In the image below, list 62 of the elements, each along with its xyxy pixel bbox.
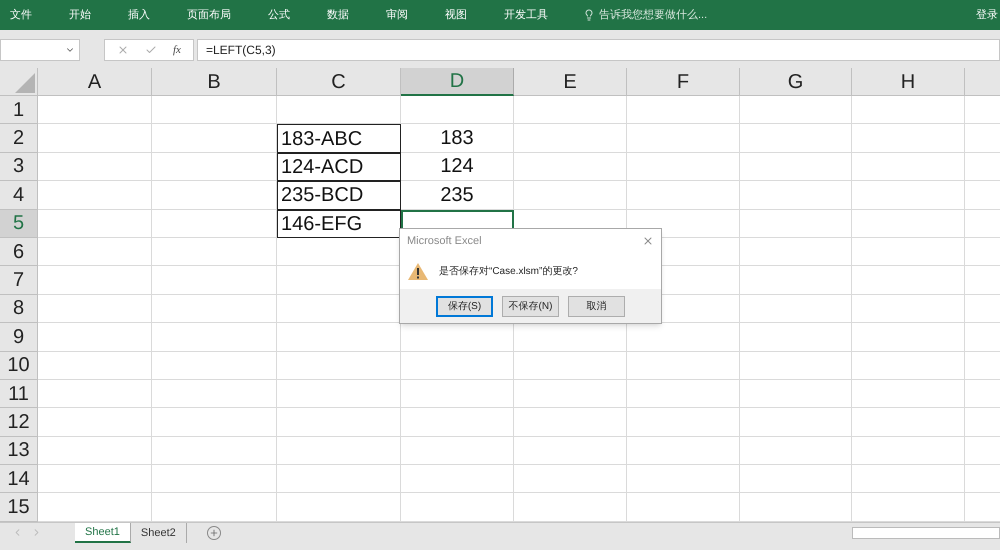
ribbon-tab[interactable]: 数据 xyxy=(325,6,351,24)
table-cell: 183-ABC xyxy=(277,124,401,153)
column-header[interactable]: E xyxy=(514,68,627,96)
row-header[interactable]: 12 xyxy=(0,408,38,437)
name-box[interactable] xyxy=(0,39,80,61)
plus-icon xyxy=(208,528,219,538)
ribbon-tab[interactable]: 视图 xyxy=(443,6,469,24)
sign-in-link[interactable]: 登录 xyxy=(976,6,998,24)
cancel-icon[interactable] xyxy=(117,44,129,56)
row-header[interactable]: 5 xyxy=(0,210,38,238)
enter-icon[interactable] xyxy=(145,44,157,56)
insert-function-button[interactable]: fx xyxy=(173,42,181,58)
row-header[interactable]: 7 xyxy=(0,266,38,295)
column-header[interactable]: F xyxy=(627,68,740,96)
row-header[interactable]: 4 xyxy=(0,181,38,210)
row-header[interactable]: 10 xyxy=(0,352,38,380)
column-header[interactable]: A xyxy=(38,68,152,96)
row-header[interactable]: 14 xyxy=(0,465,38,494)
table-cell: 124 xyxy=(401,152,514,182)
close-icon[interactable] xyxy=(642,235,654,247)
sheet-tab[interactable]: Sheet2 xyxy=(130,522,187,543)
formula-field[interactable]: =LEFT(C5,3) xyxy=(196,39,1000,61)
dialog-button[interactable]: 取消 xyxy=(568,296,625,316)
column-header[interactable]: B xyxy=(152,68,277,96)
warning-icon xyxy=(407,262,429,280)
select-all-corner[interactable] xyxy=(0,68,38,96)
ribbon-tab[interactable]: 文件 xyxy=(8,6,34,24)
ribbon-tab[interactable]: 页面布局 xyxy=(185,6,233,24)
ribbon-tab[interactable]: 审阅 xyxy=(384,6,410,24)
dialog-title: Microsoft Excel xyxy=(407,234,482,249)
sheet-tab[interactable]: Sheet1 xyxy=(75,522,131,543)
row-header[interactable]: 13 xyxy=(0,436,38,466)
horizontal-scrollbar[interactable] xyxy=(852,526,1000,539)
table-cell: 183 xyxy=(401,124,514,153)
dialog-button[interactable]: 保存(S) xyxy=(436,296,493,316)
table-cell: 235 xyxy=(401,181,514,210)
row-header[interactable]: 6 xyxy=(0,238,38,266)
ribbon-tab[interactable]: 公式 xyxy=(266,6,292,24)
table-cell: 124-ACD xyxy=(277,152,401,182)
ribbon-tab[interactable]: 开发工具 xyxy=(502,6,550,24)
ribbon-tab[interactable]: 开始 xyxy=(67,6,93,24)
table-cell: 235-BCD xyxy=(277,181,401,210)
row-header[interactable]: 9 xyxy=(0,323,38,352)
lightbulb-icon xyxy=(583,9,595,21)
column-header[interactable]: D xyxy=(401,68,514,96)
row-header[interactable]: 3 xyxy=(0,152,38,182)
ribbon-tab[interactable]: 插入 xyxy=(126,6,152,24)
dialog-message: 是否保存对“Case.xlsm”的更改? xyxy=(439,264,578,278)
row-header[interactable]: 2 xyxy=(0,124,38,153)
table-cell: 146-EFG xyxy=(277,210,401,238)
tell-me-field[interactable]: 告诉我您想要做什么... xyxy=(599,6,708,24)
triangle-icon xyxy=(15,73,35,93)
column-header[interactable]: C xyxy=(277,68,401,96)
row-header[interactable]: 15 xyxy=(0,493,38,522)
column-header[interactable]: H xyxy=(852,68,965,96)
column-header[interactable] xyxy=(965,68,1000,96)
row-header[interactable]: 11 xyxy=(0,380,38,408)
row-header[interactable]: 8 xyxy=(0,294,38,324)
dialog-button[interactable]: 不保存(N) xyxy=(502,296,559,316)
add-sheet-button[interactable] xyxy=(206,526,221,540)
row-header[interactable]: 1 xyxy=(0,96,38,124)
column-header[interactable]: G xyxy=(740,68,852,96)
